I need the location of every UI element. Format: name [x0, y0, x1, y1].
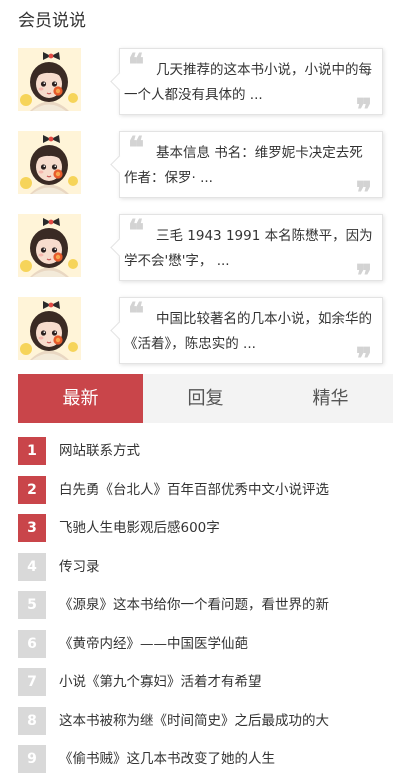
article-link[interactable]: 这本书被称为继《时间简史》之后最成功的大 — [59, 707, 329, 735]
rank-badge: 1 — [18, 437, 46, 465]
list-item[interactable]: 4 传习录 — [18, 552, 398, 592]
rank-badge: 7 — [18, 668, 46, 696]
tab-latest[interactable]: 最新 — [18, 374, 143, 423]
section-title: 会员说说 — [18, 11, 86, 31]
comment-list: ❝ 几天推荐的这本书小说，小说中的每一个人都没有具体的 ... ❞ ❝ 基本信息… — [0, 40, 412, 375]
quote-close-icon: ❞ — [355, 342, 372, 377]
list-item[interactable]: 5 《源泉》这本书给你一个看问题，看世界的新 — [18, 591, 398, 630]
article-link[interactable]: 飞驰人生电影观后感600字 — [59, 514, 220, 542]
rank-badge: 8 — [18, 706, 46, 735]
comment-bubble[interactable]: ❝ 基本信息 书名：维罗妮卡决定去死 作者：保罗· ... ❞ — [119, 131, 383, 209]
rank-badge: 3 — [18, 514, 46, 542]
rank-badge: 6 — [18, 629, 46, 658]
article-link[interactable]: 《偷书贼》这几本书改变了她的人生 — [59, 745, 275, 773]
rank-badge: 2 — [18, 475, 46, 504]
quote-close-icon: ❞ — [355, 259, 372, 294]
article-link[interactable]: 小说《第九个寡妇》活着才有希望 — [59, 668, 262, 696]
rank-badge: 4 — [18, 552, 46, 581]
tab-featured[interactable]: 精华 — [268, 374, 393, 423]
comment-text: 三毛 1943 1991 本名陈懋平，因为学不会'懋'字， ... — [124, 228, 373, 269]
rank-badge: 5 — [18, 591, 46, 619]
list-item[interactable]: 1 网站联系方式 — [18, 437, 398, 476]
ranked-article-list: 1 网站联系方式 2 白先勇《台北人》百年百部优秀中文小说评选 3 飞驰人生电影… — [18, 437, 398, 784]
comment-item[interactable]: ❝ 三毛 1943 1991 本名陈懋平，因为学不会'懋'字， ... ❞ — [0, 206, 412, 292]
list-item[interactable]: 6 《黄帝内经》——中国医学仙葩 — [18, 629, 398, 669]
quote-close-icon: ❞ — [355, 176, 372, 211]
list-item[interactable]: 9 《偷书贼》这几本书改变了她的人生 — [18, 745, 398, 784]
comment-text: 中国比较著名的几本小说，如余华的《活着》，陈忠实的 ... — [124, 311, 372, 352]
quote-close-icon: ❞ — [355, 93, 372, 128]
comment-text: 基本信息 书名：维罗妮卡决定去死 作者：保罗· ... — [124, 145, 363, 186]
comment-item[interactable]: ❝ 中国比较著名的几本小说，如余华的《活着》，陈忠实的 ... ❞ — [0, 289, 412, 375]
list-item[interactable]: 8 这本书被称为继《时间简史》之后最成功的大 — [18, 706, 398, 746]
comment-bubble[interactable]: ❝ 几天推荐的这本书小说，小说中的每一个人都没有具体的 ... ❞ — [119, 48, 383, 126]
article-tabs: 最新 回复 精华 — [18, 374, 393, 423]
comment-text: 几天推荐的这本书小说，小说中的每一个人都没有具体的 ... — [124, 62, 372, 103]
article-link[interactable]: 《源泉》这本书给你一个看问题，看世界的新 — [59, 591, 329, 619]
avatar[interactable] — [18, 131, 81, 194]
article-link[interactable]: 《黄帝内经》——中国医学仙葩 — [59, 630, 248, 658]
article-link[interactable]: 传习录 — [59, 553, 100, 581]
article-link[interactable]: 白先勇《台北人》百年百部优秀中文小说评选 — [59, 476, 329, 504]
list-item[interactable]: 7 小说《第九个寡妇》活着才有希望 — [18, 668, 398, 707]
comment-bubble[interactable]: ❝ 三毛 1943 1991 本名陈懋平，因为学不会'懋'字， ... ❞ — [119, 214, 383, 292]
avatar[interactable] — [18, 214, 81, 277]
rank-badge: 9 — [18, 745, 46, 773]
avatar[interactable] — [18, 297, 81, 360]
list-item[interactable]: 3 飞驰人生电影观后感600字 — [18, 514, 398, 553]
comment-bubble[interactable]: ❝ 中国比较著名的几本小说，如余华的《活着》，陈忠实的 ... ❞ — [119, 297, 383, 375]
avatar[interactable] — [18, 48, 81, 111]
article-link[interactable]: 网站联系方式 — [59, 437, 140, 465]
tab-replies[interactable]: 回复 — [143, 374, 268, 423]
list-item[interactable]: 2 白先勇《台北人》百年百部优秀中文小说评选 — [18, 475, 398, 515]
comment-item[interactable]: ❝ 基本信息 书名：维罗妮卡决定去死 作者：保罗· ... ❞ — [0, 123, 412, 209]
comment-item[interactable]: ❝ 几天推荐的这本书小说，小说中的每一个人都没有具体的 ... ❞ — [0, 40, 412, 126]
